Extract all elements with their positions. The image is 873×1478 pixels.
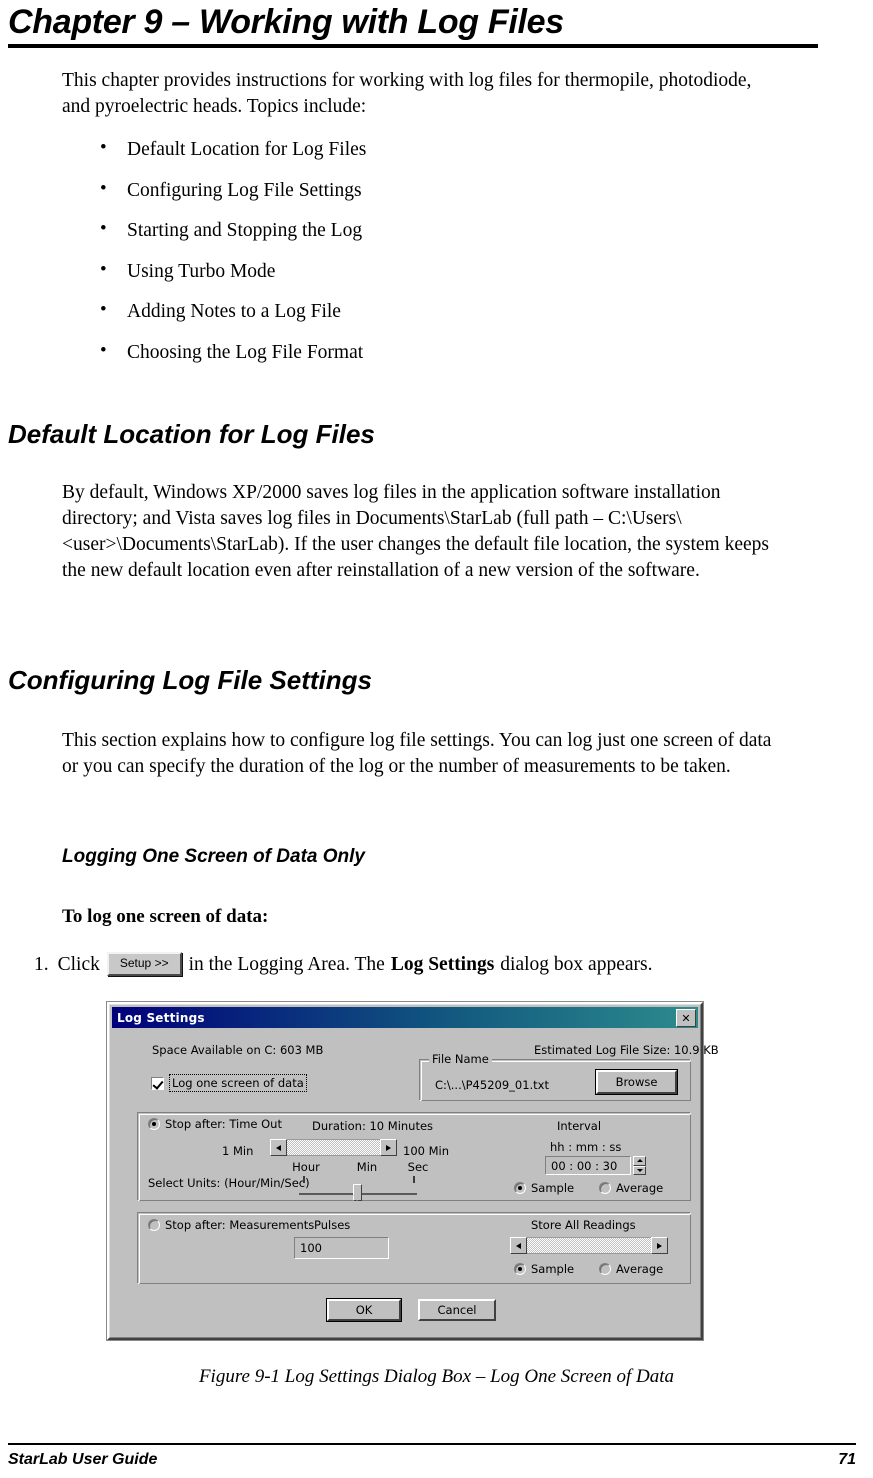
- step-bold-term: Log Settings: [390, 954, 495, 975]
- browse-button[interactable]: Browse: [596, 1070, 677, 1094]
- duration-label: Duration: 10 Minutes: [312, 1119, 434, 1133]
- measurements-sample-label: Sample: [531, 1262, 575, 1276]
- chapter-intro-paragraph: This chapter provides instructions for w…: [62, 70, 752, 117]
- trackbar-tick-sec: [413, 1176, 415, 1183]
- page-footer: StarLab User Guide 71: [8, 1451, 856, 1469]
- slider-right-arrow-icon[interactable]: [651, 1237, 668, 1254]
- trackbar-tick-hour: [303, 1176, 305, 1183]
- footer-left-text: StarLab User Guide: [8, 1451, 158, 1468]
- store-all-readings-label: Store All Readings: [531, 1218, 636, 1232]
- log-settings-dialog: Log Settings ✕ Space Available on C: 603…: [107, 1002, 719, 1340]
- list-item: Configuring Log File Settings: [62, 177, 762, 220]
- measurements-sample-radio[interactable]: Sample: [514, 1262, 574, 1276]
- dialog-titlebar[interactable]: Log Settings ✕: [112, 1007, 698, 1028]
- file-name-group-caption: File Name: [429, 1052, 492, 1066]
- close-icon[interactable]: ✕: [676, 1009, 696, 1027]
- unit-tick-label-sec: Sec: [407, 1160, 429, 1174]
- ok-button[interactable]: OK: [327, 1299, 401, 1321]
- slider-max-label: 100 Min: [403, 1144, 450, 1158]
- radio-indicator-icon[interactable]: [599, 1182, 611, 1194]
- document-page: Chapter 9 – Working with Log Files This …: [0, 0, 873, 1478]
- list-item: Adding Notes to a Log File: [62, 298, 762, 341]
- slider-min-label: 1 Min: [222, 1144, 254, 1158]
- pulses-label: Pulses: [314, 1218, 351, 1232]
- procedure-step-1: 1. Click Setup >> in the Logging Area. T…: [34, 952, 652, 978]
- radio-indicator-icon[interactable]: [514, 1182, 526, 1194]
- stop-after-time-out-radio[interactable]: Stop after: Time Out: [148, 1117, 282, 1131]
- unit-tick-label-min: Min: [356, 1160, 378, 1174]
- heading-configuring-log-file-settings: Configuring Log File Settings: [8, 665, 372, 695]
- cancel-button[interactable]: Cancel: [418, 1299, 496, 1321]
- interval-sample-label: Sample: [531, 1181, 575, 1195]
- heading-default-location: Default Location for Log Files: [8, 419, 375, 449]
- spinner-down-icon[interactable]: [633, 1165, 646, 1175]
- measurements-average-label: Average: [616, 1262, 664, 1276]
- step-text-middle: in the Logging Area. The: [188, 954, 385, 975]
- log-one-screen-label: Log one screen of data: [169, 1074, 307, 1092]
- footer-page-number: 71: [838, 1451, 856, 1468]
- list-item: Starting and Stopping the Log: [62, 217, 762, 260]
- unit-trackbar[interactable]: [299, 1174, 417, 1202]
- interval-average-radio[interactable]: Average: [599, 1181, 663, 1195]
- interval-format-label: hh : mm : ss: [550, 1140, 622, 1154]
- slider-track[interactable]: [287, 1139, 380, 1156]
- radio-indicator-icon[interactable]: [148, 1219, 160, 1231]
- select-units-label: Select Units: (Hour/Min/Sec): [148, 1176, 310, 1190]
- spinner-up-icon[interactable]: [633, 1156, 646, 1166]
- slider-left-arrow-icon[interactable]: [510, 1237, 527, 1254]
- radio-indicator-icon[interactable]: [599, 1263, 611, 1275]
- radio-indicator-icon[interactable]: [514, 1263, 526, 1275]
- radio-indicator-icon[interactable]: [148, 1118, 160, 1130]
- page-title: Chapter 9 – Working with Log Files: [8, 3, 564, 41]
- topics-list: Default Location for Log Files Configuri…: [62, 136, 762, 382]
- title-divider: [8, 44, 818, 48]
- dialog-title: Log Settings: [117, 1010, 205, 1025]
- interval-average-label: Average: [616, 1181, 664, 1195]
- duration-slider[interactable]: [270, 1139, 397, 1156]
- interval-sample-radio[interactable]: Sample: [514, 1181, 574, 1195]
- setup-button[interactable]: Setup >>: [106, 952, 182, 976]
- slider-right-arrow-icon[interactable]: [380, 1139, 397, 1156]
- step-number: 1.: [34, 954, 49, 975]
- list-item: Choosing the Log File Format: [62, 339, 762, 382]
- estimated-log-size-label: Estimated Log File Size: 10.9 KB: [534, 1043, 719, 1057]
- interval-caption: Interval: [557, 1119, 602, 1133]
- space-available-label: Space Available on C: 603 MB: [152, 1043, 324, 1057]
- slider-track[interactable]: [527, 1237, 651, 1254]
- lead-in-to-log-one-screen: To log one screen of data:: [62, 906, 269, 927]
- store-all-readings-slider[interactable]: [510, 1237, 668, 1254]
- step-text-after: dialog box appears.: [500, 954, 653, 975]
- stop-after-measurements-radio[interactable]: Stop after: Measurements: [148, 1218, 314, 1232]
- paragraph-configuring: This section explains how to configure l…: [62, 730, 772, 777]
- subheading-logging-one-screen: Logging One Screen of Data Only: [62, 846, 365, 867]
- trackbar-thumb[interactable]: [353, 1184, 362, 1201]
- paragraph-default-location: By default, Windows XP/2000 saves log fi…: [62, 482, 769, 581]
- footer-divider: [8, 1443, 856, 1445]
- list-item: Default Location for Log Files: [62, 136, 762, 179]
- step-text-before: Click: [57, 954, 100, 975]
- pulses-input[interactable]: 100: [294, 1237, 389, 1259]
- unit-tick-label-hour: Hour: [292, 1160, 320, 1174]
- figure-caption: Figure 9-1 Log Settings Dialog Box – Log…: [198, 1366, 675, 1387]
- file-name-value: C:\...\P45209_01.txt: [435, 1078, 550, 1092]
- stop-after-measurements-label: Stop after: Measurements: [165, 1218, 315, 1232]
- log-one-screen-checkbox[interactable]: Log one screen of data: [151, 1074, 307, 1092]
- measurements-average-radio[interactable]: Average: [599, 1262, 663, 1276]
- interval-value-field[interactable]: 00 : 00 : 30: [545, 1156, 631, 1175]
- slider-left-arrow-icon[interactable]: [270, 1139, 287, 1156]
- stop-after-time-out-label: Stop after: Time Out: [165, 1117, 282, 1131]
- checkbox-indicator-icon[interactable]: [151, 1076, 164, 1090]
- interval-spinner[interactable]: [633, 1156, 646, 1175]
- list-item: Using Turbo Mode: [62, 258, 762, 301]
